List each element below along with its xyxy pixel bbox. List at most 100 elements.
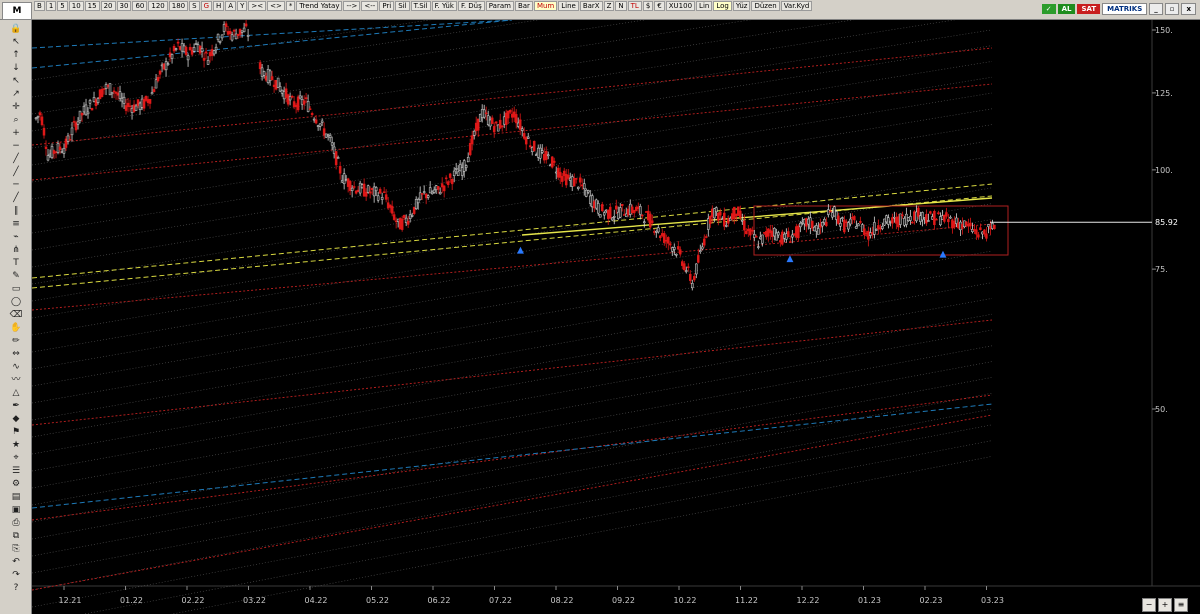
toolbar-button[interactable]: 120: [148, 1, 168, 11]
arrow-up-icon[interactable]: ↑: [6, 50, 26, 60]
toolbar-button[interactable]: TL: [627, 1, 642, 11]
ellipse-icon[interactable]: ◯: [6, 297, 26, 307]
toolbar-button[interactable]: BarX: [579, 1, 603, 11]
search-icon[interactable]: ⌕: [6, 115, 26, 125]
save-icon[interactable]: ▣: [6, 505, 26, 515]
toolbar-button[interactable]: Yüz: [732, 1, 751, 11]
toolbar-button[interactable]: <>: [267, 1, 285, 11]
toolbar-button[interactable]: 60: [132, 1, 148, 11]
minimize-button[interactable]: _: [1149, 3, 1163, 15]
candle-body: [472, 130, 476, 136]
trend-icon[interactable]: ╱: [6, 193, 26, 203]
toolbar-button[interactable]: F. Düş: [457, 1, 485, 11]
toolbar-button[interactable]: ><: [248, 1, 267, 11]
toolbar-button[interactable]: 10: [68, 1, 84, 11]
brush-icon[interactable]: ✒: [6, 401, 26, 411]
rect-icon[interactable]: ▭: [6, 284, 26, 294]
chart-area[interactable]: ▲ ▲ ▲ 85.92 150. 125. 100. 75. 50. 12.21 01.22 02.2…: [32, 20, 1200, 614]
toolbar-button[interactable]: XU100: [665, 1, 696, 11]
paste-icon[interactable]: ⎘: [6, 544, 26, 554]
zoom-out-icon[interactable]: −: [1142, 598, 1156, 612]
restore-button[interactable]: ▫: [1164, 3, 1180, 15]
confirm-button[interactable]: ✓: [1041, 4, 1056, 14]
candle-body: [586, 190, 590, 193]
eraser-icon[interactable]: ⌫: [6, 310, 26, 320]
toolbar-button[interactable]: A: [225, 1, 237, 11]
redo-icon[interactable]: ↷: [6, 570, 26, 580]
text-icon[interactable]: T: [6, 258, 26, 268]
toolbar-button[interactable]: 180: [168, 1, 189, 11]
gear-icon[interactable]: ⚙: [6, 479, 26, 489]
toolbar-button[interactable]: Mum: [533, 1, 558, 11]
arrow-nw-icon[interactable]: ↖: [6, 76, 26, 86]
close-button[interactable]: x: [1181, 3, 1196, 15]
toolbar-button[interactable]: $: [642, 1, 654, 11]
zoom-in-icon[interactable]: +: [1158, 598, 1172, 612]
toolbar-button[interactable]: 15: [84, 1, 100, 11]
cursor-icon[interactable]: ↖: [6, 37, 26, 47]
measure-icon[interactable]: ⇔: [6, 349, 26, 359]
toolbar-button[interactable]: €: [654, 1, 665, 11]
toolbar-button[interactable]: Param: [485, 1, 514, 11]
toolbar-button[interactable]: B: [34, 1, 45, 11]
triangle-icon[interactable]: △: [6, 388, 26, 398]
copy-icon[interactable]: ⧉: [6, 531, 26, 541]
price-chart[interactable]: ▲ ▲ ▲ 85.92 150. 125. 100. 75. 50. 12.21 01.22 02.2…: [32, 20, 1200, 614]
flag-icon[interactable]: ⚑: [6, 427, 26, 437]
lock-icon[interactable]: 🔒: [6, 24, 26, 34]
toolbar-button[interactable]: Düzen: [751, 1, 780, 11]
toolbar-button[interactable]: T.Sil: [410, 1, 431, 11]
toolbar-button[interactable]: Y: [237, 1, 248, 11]
pencil-icon[interactable]: ✏: [6, 336, 26, 346]
cycle-icon[interactable]: ∿: [6, 362, 26, 372]
settings-icon[interactable]: ≡: [1174, 598, 1188, 612]
ray-icon[interactable]: ╱: [6, 167, 26, 177]
folder-icon[interactable]: ▤: [6, 492, 26, 502]
pitchfork-icon[interactable]: ⋔: [6, 245, 26, 255]
arrow-ne-icon[interactable]: ↗: [6, 89, 26, 99]
toolbar-button[interactable]: Sil: [395, 1, 410, 11]
help-icon[interactable]: ?: [6, 583, 26, 593]
toolbar-button[interactable]: 1: [45, 1, 57, 11]
arrow-down-icon[interactable]: ↓: [6, 63, 26, 73]
buy-button[interactable]: AL: [1057, 4, 1076, 14]
zoom-out-icon[interactable]: −: [6, 141, 26, 151]
sell-button[interactable]: SAT: [1077, 4, 1101, 14]
layers-icon[interactable]: ☰: [6, 466, 26, 476]
toolbar-button[interactable]: *: [285, 1, 296, 11]
wave-icon[interactable]: 〰: [6, 375, 26, 385]
toolbar-button[interactable]: Pri: [379, 1, 395, 11]
star-icon[interactable]: ★: [6, 440, 26, 450]
magnet-icon[interactable]: ⌖: [6, 453, 26, 463]
undo-icon[interactable]: ↶: [6, 557, 26, 567]
zoom-in-icon[interactable]: +: [6, 128, 26, 138]
horizontal-icon[interactable]: ─: [6, 180, 26, 190]
toolbar-button[interactable]: <--: [361, 1, 379, 11]
toolbar-button[interactable]: Bar: [514, 1, 533, 11]
cross-icon[interactable]: ✛: [6, 102, 26, 112]
toolbar-button[interactable]: 30: [116, 1, 132, 11]
toolbar-button[interactable]: H: [213, 1, 225, 11]
toolbar-button[interactable]: Lin: [696, 1, 713, 11]
line-icon[interactable]: ╱: [6, 154, 26, 164]
toolbar-button[interactable]: N: [615, 1, 627, 11]
toolbar-button[interactable]: G: [200, 1, 212, 11]
toolbar-button[interactable]: -->: [343, 1, 361, 11]
toolbar-button[interactable]: Z: [603, 1, 615, 11]
note-icon[interactable]: ✎: [6, 271, 26, 281]
toolbar-button[interactable]: 5: [57, 1, 68, 11]
gann-icon[interactable]: ⌁: [6, 232, 26, 242]
toolbar-button[interactable]: S: [189, 1, 200, 11]
marker-icon[interactable]: ◆: [6, 414, 26, 424]
channel-icon[interactable]: ∥: [6, 206, 26, 216]
toolbar-button[interactable]: Trend Yatay: [296, 1, 343, 11]
toolbar-button[interactable]: Line: [558, 1, 579, 11]
toolbar-button[interactable]: Var.Kyd: [780, 1, 813, 11]
hand-icon[interactable]: ✋: [6, 323, 26, 333]
matriks-logo[interactable]: M: [2, 2, 32, 20]
toolbar-button[interactable]: 20: [100, 1, 116, 11]
toolbar-button[interactable]: F. Yük: [431, 1, 457, 11]
print-icon[interactable]: ⎙: [6, 518, 26, 528]
fib-icon[interactable]: ≡: [6, 219, 26, 229]
toolbar-button[interactable]: Log: [713, 1, 732, 11]
